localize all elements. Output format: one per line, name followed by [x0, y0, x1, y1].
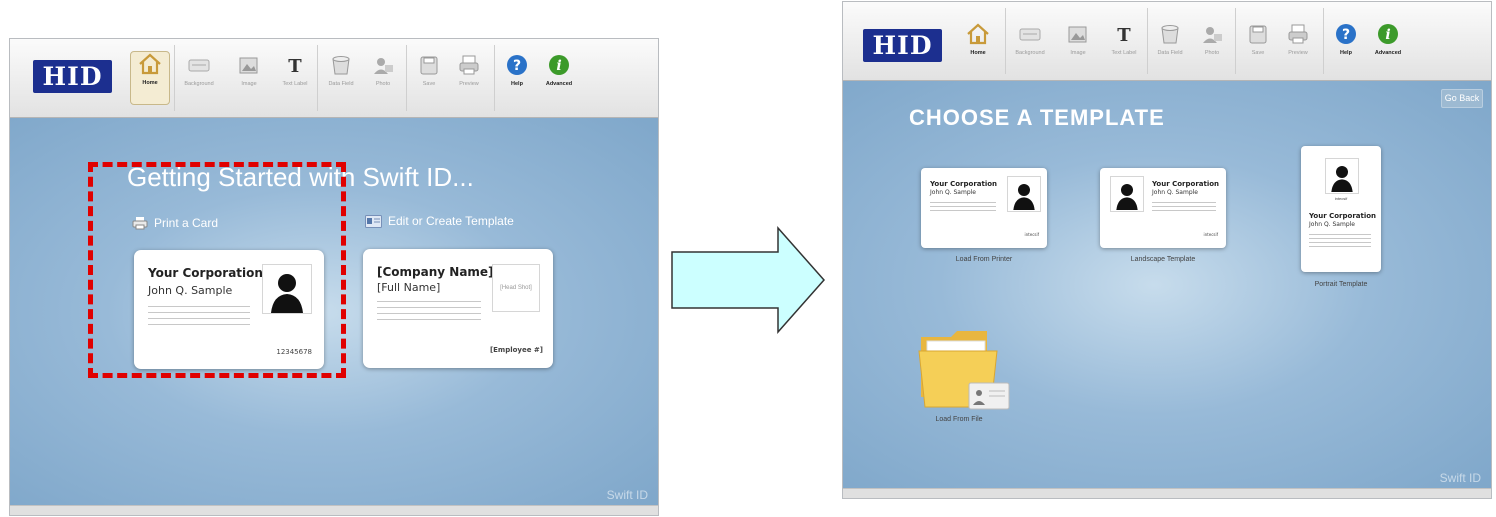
text-label-icon: T [1117, 25, 1131, 46]
card-name-placeholder: [Full Name] [377, 281, 441, 294]
background-icon [188, 59, 210, 72]
save-button[interactable]: Save [1239, 22, 1277, 72]
edit-template-link[interactable]: Edit or Create Template [365, 214, 514, 228]
photo-button[interactable]: Photo [364, 53, 402, 103]
workspace: CHOOSE A TEMPLATE Go Back Your Corporati… [843, 81, 1491, 489]
silhouette-icon [1110, 176, 1144, 212]
swift-id-watermark: Swift ID [606, 488, 648, 502]
page-title: CHOOSE A TEMPLATE [909, 105, 1165, 130]
image-icon [239, 57, 258, 74]
printer-card-thumbnail: Your Corporation John Q. Sample intecsif [921, 168, 1047, 248]
svg-text:i: i [1385, 27, 1390, 43]
image-button[interactable]: Image [1059, 22, 1097, 72]
photo-icon [1203, 27, 1222, 43]
advanced-icon: i [1378, 24, 1398, 44]
preview-icon [459, 55, 479, 75]
toolbar: HID Home Background Image T Text Label D… [10, 39, 658, 118]
photo-icon [374, 58, 393, 74]
text-label-icon: T [288, 56, 302, 77]
background-button[interactable]: Background [1011, 22, 1049, 72]
home-icon [139, 53, 161, 75]
help-icon: ? [1336, 24, 1356, 44]
preview-button[interactable]: Preview [1279, 22, 1317, 72]
card-company-placeholder: [Company Name] [377, 265, 494, 279]
svg-text:?: ? [1342, 27, 1350, 43]
help-button[interactable]: ? Help [498, 53, 536, 103]
home-button[interactable]: Home [130, 51, 170, 105]
portrait-card-thumbnail: intecsif Your Corporation John Q. Sample [1301, 146, 1381, 272]
landscape-card-thumbnail: Your Corporation John Q. Sample intecsif [1100, 168, 1226, 248]
advanced-button[interactable]: i Advanced [540, 53, 578, 103]
portrait-template-label: Portrait Template [1314, 281, 1368, 288]
landscape-template-label: Landscape Template [1130, 256, 1196, 263]
employee-number-placeholder: [Employee #] [489, 346, 543, 354]
data-field-icon [1161, 25, 1179, 44]
toolbar: HID Home Background Image T Text Label D… [843, 2, 1491, 81]
id-card-icon [365, 214, 382, 228]
status-bar [843, 488, 1491, 498]
preview-icon [1288, 24, 1308, 44]
home-icon [967, 23, 989, 45]
folder-icon [918, 331, 1010, 410]
help-button[interactable]: ? Help [1327, 22, 1365, 72]
advanced-icon: i [549, 55, 569, 75]
svg-text:T: T [288, 56, 302, 77]
home-button[interactable]: Home [959, 22, 997, 72]
hid-logo: HID [863, 29, 942, 62]
swift-id-watermark: Swift ID [1439, 471, 1481, 485]
load-from-file-label: Load From File [935, 416, 983, 423]
hid-logo: HID [33, 60, 112, 93]
save-icon [1249, 25, 1267, 44]
background-icon [1019, 28, 1041, 41]
image-button[interactable]: Image [230, 53, 268, 103]
head-shot-placeholder: [Head Shot] [492, 264, 540, 312]
load-from-printer-label: Load From Printer [955, 256, 1013, 263]
advanced-button[interactable]: i Advanced [1369, 22, 1407, 72]
svg-text:T: T [1117, 25, 1131, 46]
image-icon [1068, 26, 1087, 43]
text-label-button[interactable]: T Text Label [1105, 22, 1143, 72]
template-card-preview[interactable]: [Company Name] [Full Name] [Head Shot] [… [363, 249, 553, 368]
print-card-highlight [88, 162, 346, 378]
data-field-icon [332, 56, 350, 75]
photo-button[interactable]: Photo [1193, 22, 1231, 72]
go-back-button[interactable]: Go Back [1441, 89, 1483, 108]
silhouette-icon [1007, 176, 1041, 212]
status-bar [10, 505, 658, 515]
text-label-button[interactable]: T Text Label [276, 53, 314, 103]
svg-text:?: ? [513, 58, 521, 74]
save-button[interactable]: Save [410, 53, 448, 103]
data-field-button[interactable]: Data Field [1151, 22, 1189, 72]
help-icon: ? [507, 55, 527, 75]
svg-text:i: i [556, 58, 561, 74]
background-button[interactable]: Background [180, 53, 218, 103]
edit-template-label: Edit or Create Template [388, 214, 514, 228]
silhouette-icon [1325, 158, 1359, 194]
preview-button[interactable]: Preview [450, 53, 488, 103]
choose-template-window: HID Home Background Image T Text Label D… [842, 1, 1492, 499]
transition-arrow [671, 226, 826, 334]
save-icon [420, 56, 438, 75]
data-field-button[interactable]: Data Field [322, 53, 360, 103]
